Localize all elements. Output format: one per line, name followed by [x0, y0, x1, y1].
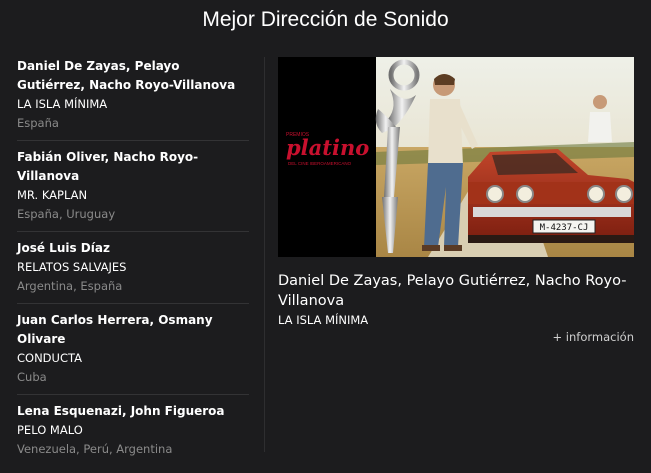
nominee-item-1[interactable]: Daniel De Zayas, Pelayo Gutiérrez, Nacho… [17, 57, 249, 141]
featured-nominee-names: Daniel De Zayas, Pelayo Gutiérrez, Nacho… [278, 273, 627, 309]
nominee-list: Daniel De Zayas, Pelayo Gutiérrez, Nacho… [17, 57, 249, 473]
nominee-film: MR. KAPLAN [17, 188, 88, 202]
nominee-country: Cuba [17, 370, 47, 384]
nominee-item-2[interactable]: Fabián Oliver, Nacho Royo-Villanova MR. … [17, 148, 249, 232]
nominee-film: LA ISLA MÍNIMA [17, 97, 108, 111]
nominee-film: RELATOS SALVAJES [17, 260, 127, 274]
nominee-film: PELO MALO [17, 423, 83, 437]
nominee-item-3[interactable]: José Luis Díaz RELATOS SALVAJES Argentin… [17, 239, 249, 304]
nominee-item-5[interactable]: Lena Esquenazi, John Figueroa PELO MALO … [17, 402, 249, 466]
nominee-names: Lena Esquenazi, John Figueroa [17, 404, 225, 418]
nominee-film: CONDUCTA [17, 351, 82, 365]
license-plate-text: M-4237-CJ [540, 223, 589, 233]
nominee-country: España [17, 116, 59, 130]
featured-image[interactable]: M-4237-CJ PREMIOS platino DEL CINE IBERO… [278, 57, 634, 257]
nominee-names: Fabián Oliver, Nacho Royo-Villanova [17, 150, 199, 183]
logo-sub-text: DEL CINE IBEROAMERICANO [288, 161, 352, 166]
page-title: Mejor Dirección de Sonido [202, 8, 449, 31]
nominee-country: España, Uruguay [17, 207, 116, 221]
nominee-names: Daniel De Zayas, Pelayo Gutiérrez, Nacho… [17, 59, 236, 92]
more-info-link[interactable]: + información [553, 330, 634, 344]
featured-film-title: LA ISLA MÍNIMA [278, 313, 369, 327]
featured-image-art: M-4237-CJ PREMIOS platino DEL CINE IBERO… [278, 57, 634, 257]
nominee-names: José Luis Díaz [17, 241, 110, 255]
column-divider [264, 57, 265, 452]
nominee-country: Argentina, España [17, 279, 123, 293]
nominee-names: Juan Carlos Herrera, Osmany Olivare [17, 313, 213, 346]
logo-text: platino [286, 135, 369, 160]
nominee-country: Venezuela, Perú, Argentina [17, 442, 173, 456]
nominee-item-4[interactable]: Juan Carlos Herrera, Osmany Olivare COND… [17, 311, 249, 395]
